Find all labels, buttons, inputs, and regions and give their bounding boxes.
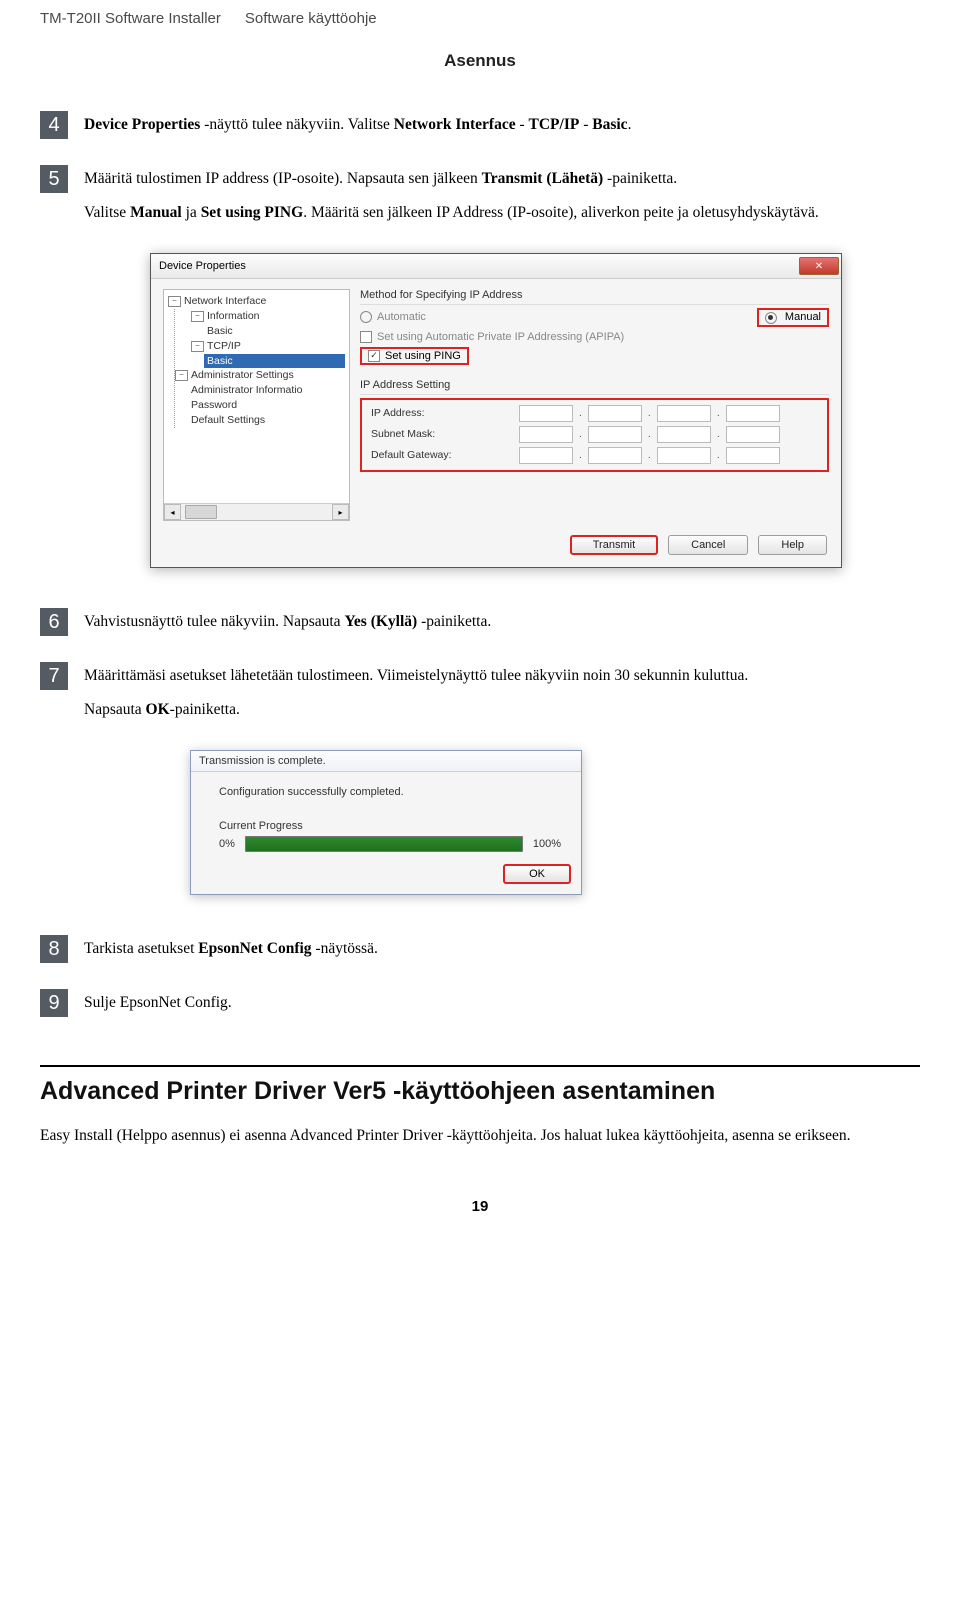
section-title: Asennus xyxy=(40,51,920,71)
tree-collapse-icon[interactable]: − xyxy=(191,311,204,322)
tree-collapse-icon[interactable]: − xyxy=(168,296,181,307)
progress-0: 0% xyxy=(219,838,235,850)
step-number-9: 9 xyxy=(40,989,68,1017)
heading-advanced-driver: Advanced Printer Driver Ver5 -käyttöohje… xyxy=(40,1065,920,1106)
radio-automatic[interactable] xyxy=(360,311,372,323)
manual-option-highlight: Manual xyxy=(757,308,829,327)
cancel-button[interactable]: Cancel xyxy=(668,535,748,555)
step-number-4: 4 xyxy=(40,111,68,139)
transmit-button[interactable]: Transmit xyxy=(570,535,658,555)
progress-bar xyxy=(245,836,523,852)
transmission-message: Configuration successfully completed. xyxy=(219,786,561,798)
gw-octet-input[interactable] xyxy=(519,447,573,464)
checkbox-apipa[interactable] xyxy=(360,331,372,343)
device-properties-dialog: Device Properties ✕ −Network Interface −… xyxy=(150,253,842,568)
mask-octet-input[interactable] xyxy=(657,426,711,443)
step-4-text: Device Properties -näyttö tulee näkyviin… xyxy=(84,111,920,147)
set-ping-highlight: ✓ Set using PING xyxy=(360,347,469,365)
step-9-text: Sulje EpsonNet Config. xyxy=(84,989,920,1025)
page-number: 19 xyxy=(40,1198,920,1215)
transmission-title: Transmission is complete. xyxy=(191,751,581,772)
tree-pane[interactable]: −Network Interface −Information Basic −T… xyxy=(163,289,350,521)
step-number-7: 7 xyxy=(40,662,68,690)
horizontal-scrollbar[interactable]: ◂ ▸ xyxy=(164,503,349,520)
progress-label: Current Progress xyxy=(219,820,561,832)
dialog-titlebar: Device Properties ✕ xyxy=(151,254,841,279)
step-number-5: 5 xyxy=(40,165,68,193)
step-number-6: 6 xyxy=(40,608,68,636)
gw-octet-input[interactable] xyxy=(588,447,642,464)
ip-setting-label: IP Address Setting xyxy=(360,379,829,391)
mask-octet-input[interactable] xyxy=(588,426,642,443)
transmission-dialog: Transmission is complete. Configuration … xyxy=(190,750,582,895)
ip-setting-highlight: IP Address: . . . Subnet Mask xyxy=(360,398,829,472)
step-number-8: 8 xyxy=(40,935,68,963)
step-6-text: Vahvistusnäyttö tulee näkyviin. Napsauta… xyxy=(84,608,920,644)
gw-octet-input[interactable] xyxy=(657,447,711,464)
progress-100: 100% xyxy=(533,838,561,850)
ip-octet-input[interactable] xyxy=(657,405,711,422)
step-5-text: Määritä tulostimen IP address (IP-osoite… xyxy=(84,165,920,235)
step-8-text: Tarkista asetukset EpsonNet Config -näyt… xyxy=(84,935,920,971)
advanced-driver-paragraph: Easy Install (Helppo asennus) ei asenna … xyxy=(40,1124,920,1148)
radio-manual[interactable] xyxy=(765,312,777,324)
tree-collapse-icon[interactable]: − xyxy=(175,370,188,381)
gw-octet-input[interactable] xyxy=(726,447,780,464)
help-button[interactable]: Help xyxy=(758,535,827,555)
header-left: TM-T20II Software Installer xyxy=(40,10,221,27)
scroll-left-icon[interactable]: ◂ xyxy=(164,504,181,520)
tree-collapse-icon[interactable]: − xyxy=(191,341,204,352)
method-label: Method for Specifying IP Address xyxy=(360,289,829,301)
header-right: Software käyttöohje xyxy=(245,10,377,27)
mask-octet-input[interactable] xyxy=(519,426,573,443)
ip-octet-input[interactable] xyxy=(588,405,642,422)
dialog-title: Device Properties xyxy=(159,260,246,272)
ip-octet-input[interactable] xyxy=(519,405,573,422)
scroll-thumb[interactable] xyxy=(185,505,217,519)
scroll-right-icon[interactable]: ▸ xyxy=(332,504,349,520)
step-7-text: Määrittämäsi asetukset lähetetään tulost… xyxy=(84,662,920,732)
ip-octet-input[interactable] xyxy=(726,405,780,422)
checkbox-set-ping[interactable]: ✓ xyxy=(368,350,380,362)
close-icon[interactable]: ✕ xyxy=(799,257,839,275)
page-header: TM-T20II Software Installer Software käyt… xyxy=(40,10,920,27)
ok-button[interactable]: OK xyxy=(503,864,571,884)
tree-item-basic-selected[interactable]: Basic xyxy=(204,354,345,368)
mask-octet-input[interactable] xyxy=(726,426,780,443)
